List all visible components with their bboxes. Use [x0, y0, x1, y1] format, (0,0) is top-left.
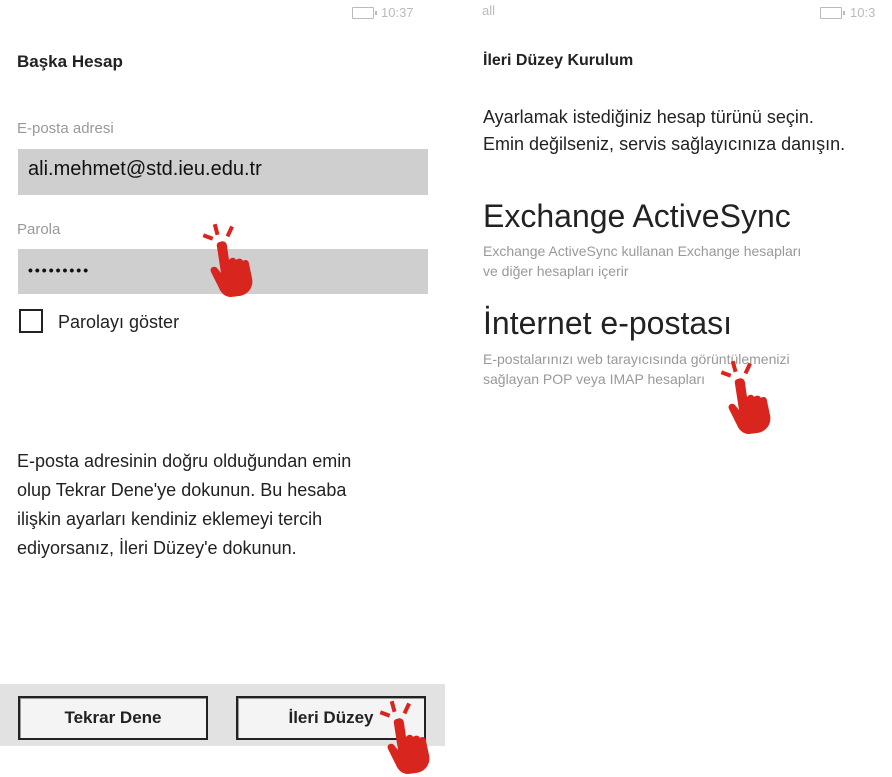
intro-text: Ayarlamak istediğiniz hesap türünü seçin… — [483, 104, 845, 158]
email-field[interactable]: ali.mehmet@std.ieu.edu.tr — [18, 149, 428, 195]
status-bar: all 10:3 — [448, 0, 892, 26]
show-password-label[interactable]: Parolayı göster — [58, 312, 179, 333]
show-password-checkbox[interactable] — [19, 309, 43, 333]
option-desc-line: ve diğer hesapları içerir — [483, 263, 629, 279]
option-title: Exchange ActiveSync — [483, 198, 791, 234]
tap-hand-icon — [720, 360, 771, 434]
email-label: E-posta adresi — [17, 120, 114, 137]
info-text: E-posta adresinin doğru olduğundan emin … — [17, 447, 442, 563]
page-title: İleri Düzey Kurulum — [483, 52, 634, 69]
info-line: olup Tekrar Dene'ye dokunun. Bu hesaba — [17, 480, 347, 500]
info-line: ilişkin ayarları kendiniz eklemeyi terci… — [17, 509, 323, 529]
option-title: İnternet e-postası — [483, 305, 733, 341]
status-time: 10:37 — [381, 5, 414, 20]
page-title: Başka Hesap — [17, 52, 123, 71]
password-label: Parola — [17, 221, 61, 238]
status-bar: 10:37 — [0, 0, 445, 26]
account-setup-screen: 10:37 Başka Hesap E-posta adresi ali.meh… — [0, 0, 445, 777]
status-time: 10:3 — [850, 5, 876, 20]
battery-icon — [820, 7, 845, 19]
info-line: ediyorsanız, İleri Düzey'e dokunun. — [17, 538, 297, 558]
battery-icon — [352, 7, 377, 19]
advanced-setup-screen: all 10:3 İleri Düzey Kurulum Ayarlamak i… — [448, 0, 892, 777]
tap-hand-icon — [202, 223, 253, 297]
option-desc: Exchange ActiveSync kullanan Exchange he… — [483, 241, 801, 281]
password-mask: ••••••••• — [28, 262, 91, 278]
signal-icon: all — [482, 3, 496, 18]
tap-hand-icon — [379, 700, 430, 774]
retry-button[interactable]: Tekrar Dene — [18, 696, 208, 740]
email-value: ali.mehmet@std.ieu.edu.tr — [28, 158, 262, 180]
info-line: E-posta adresinin doğru olduğundan emin — [17, 451, 352, 471]
intro-line: Ayarlamak istediğiniz hesap türünü seçin… — [483, 107, 814, 127]
option-desc-line: Exchange ActiveSync kullanan Exchange he… — [483, 243, 802, 259]
intro-line: Emin değilseniz, servis sağlayıcınıza da… — [483, 134, 846, 154]
